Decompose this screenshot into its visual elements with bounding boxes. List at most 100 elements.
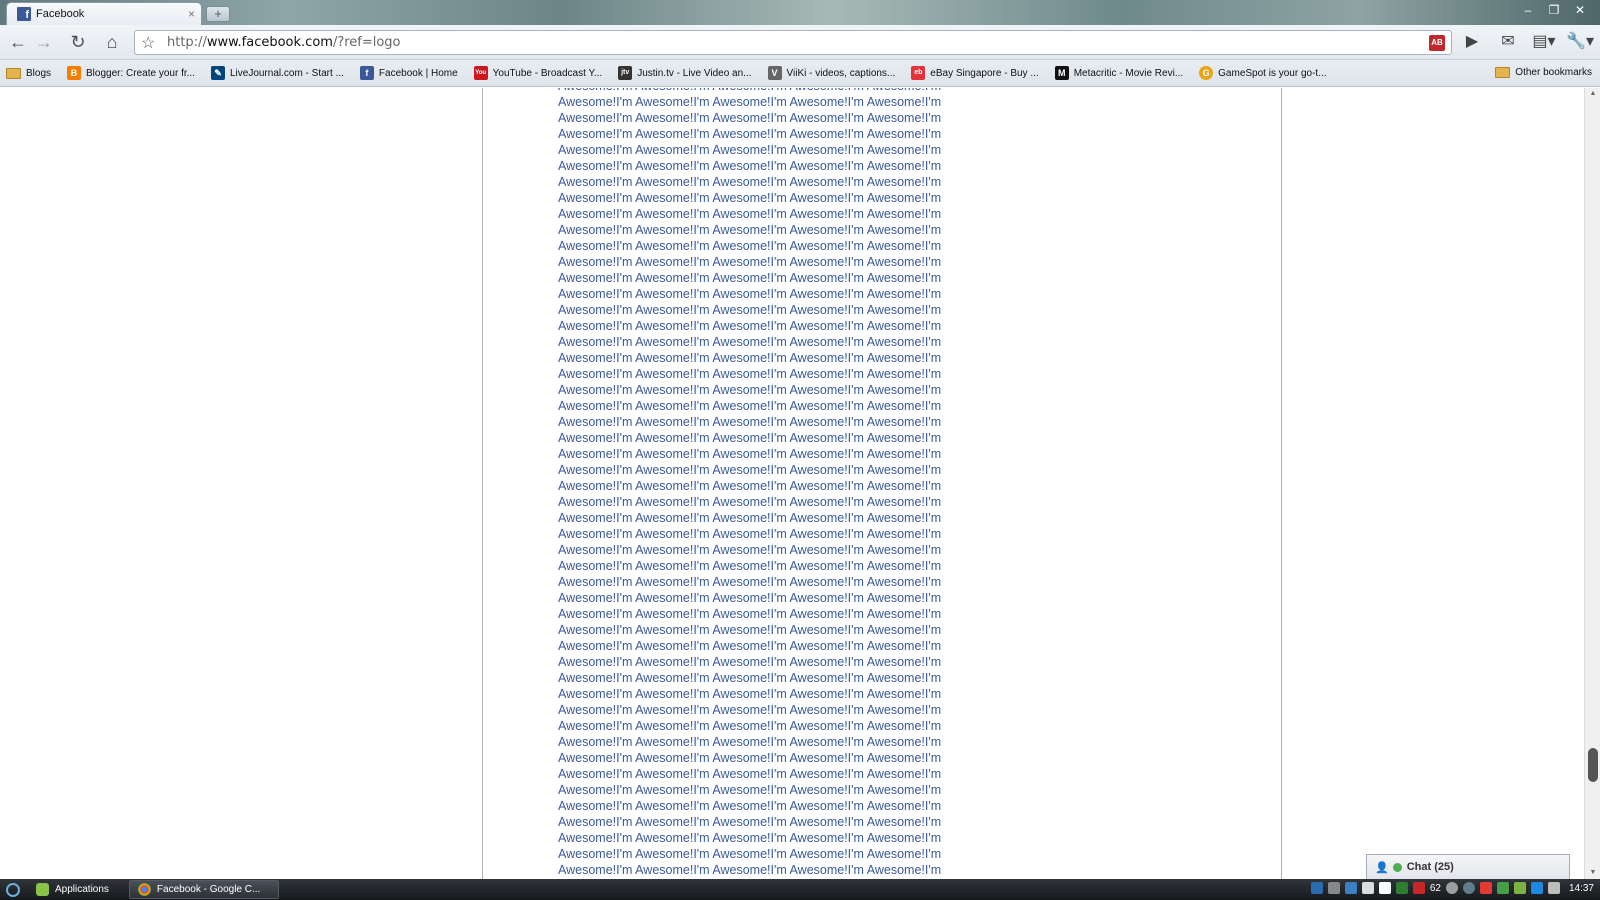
media-icon[interactable]: [1479, 882, 1492, 894]
post-text-line: Awesome!I'm Awesome!I'm Awesome!I'm Awes…: [558, 799, 942, 813]
post-text-line: Awesome!I'm Awesome!I'm Awesome!I'm Awes…: [558, 671, 942, 685]
leaf-icon[interactable]: [1496, 882, 1509, 894]
livejournal-icon: ✎: [210, 66, 225, 80]
post-text-line: Awesome!I'm Awesome!I'm Awesome!I'm Awes…: [558, 639, 942, 653]
taskbar-chrome-window[interactable]: Facebook - Google C...: [128, 880, 279, 899]
post-text-line: Awesome!I'm Awesome!I'm Awesome!I'm Awes…: [558, 319, 942, 333]
back-arrow-icon[interactable]: ←: [6, 31, 30, 53]
tab-facebook[interactable]: f Facebook ×: [6, 2, 202, 25]
start-menu-icon[interactable]: [6, 882, 20, 897]
close-window-button[interactable]: ✕: [1568, 2, 1592, 18]
disk-icon[interactable]: [1445, 882, 1458, 894]
post-text-line: Awesome!I'm Awesome!I'm Awesome!I'm Awes…: [558, 239, 942, 253]
post-text-line: Awesome!I'm Awesome!I'm Awesome!I'm Awes…: [558, 543, 942, 557]
page-viewport: Awesome!I'm Awesome!I'm Awesome!I'm Awes…: [0, 88, 1600, 879]
post-text-line: Awesome!I'm Awesome!I'm Awesome!I'm Awes…: [558, 207, 942, 221]
applications-menu[interactable]: Applications: [28, 880, 117, 899]
post-text-line: Awesome!I'm Awesome!I'm Awesome!I'm Awes…: [558, 607, 942, 621]
facebook-favicon-icon: f: [17, 7, 31, 21]
address-bar[interactable]: ☆ http://www.facebook.com/?ref=logo AB: [134, 30, 1452, 55]
gmail-checker-icon[interactable]: ✉: [1494, 31, 1522, 51]
reload-icon[interactable]: ↻: [66, 31, 90, 53]
post-text-line: Awesome!I'm Awesome!I'm Awesome!I'm Awes…: [558, 159, 942, 173]
vertical-scrollbar[interactable]: ▲ ▼: [1584, 88, 1600, 879]
bookmark-star-icon[interactable]: ☆: [141, 33, 157, 53]
home-icon[interactable]: ⌂: [100, 31, 124, 53]
forward-arrow-icon[interactable]: →: [32, 31, 56, 53]
update-icon[interactable]: [1513, 882, 1526, 894]
bookmark-justintv[interactable]: jtv Justin.tv - Live Video an...: [618, 66, 752, 80]
content-column: Awesome!I'm Awesome!I'm Awesome!I'm Awes…: [482, 88, 1282, 879]
bookmark-youtube[interactable]: You YouTube - Broadcast Y...: [473, 66, 602, 80]
blogger-icon: B: [67, 66, 82, 80]
volume-icon[interactable]: [1547, 882, 1560, 894]
bookmark-livejournal[interactable]: ✎ LiveJournal.com - Start ...: [210, 66, 344, 80]
post-text-line: Awesome!I'm Awesome!I'm Awesome!I'm Awes…: [558, 767, 942, 781]
messenger-icon[interactable]: [1344, 882, 1357, 894]
post-text-line: Awesome!I'm Awesome!I'm Awesome!I'm Awes…: [558, 335, 942, 349]
folder-icon: [1495, 67, 1511, 78]
scroll-up-icon[interactable]: ▲: [1585, 88, 1600, 100]
other-bookmarks[interactable]: Other bookmarks: [1495, 67, 1592, 78]
antivirus-icon[interactable]: [1395, 882, 1408, 894]
post-text-line: Awesome!I'm Awesome!I'm Awesome!I'm Awes…: [558, 687, 942, 701]
post-text-line: Awesome!I'm Awesome!I'm Awesome!I'm Awes…: [558, 367, 942, 381]
bookmarks-bar: Blogs B Blogger: Create your fr... ✎ Liv…: [0, 60, 1600, 87]
tab-close-icon[interactable]: ×: [188, 7, 195, 21]
scroll-thumb[interactable]: [1588, 748, 1598, 782]
monitor-icon[interactable]: [1530, 882, 1543, 894]
post-text-line: Awesome!I'm Awesome!I'm Awesome!I'm Awes…: [558, 655, 942, 669]
bookmark-blogs[interactable]: Blogs: [6, 67, 51, 79]
new-tab-button[interactable]: +: [206, 6, 230, 22]
steam-icon[interactable]: [1327, 882, 1340, 894]
post-text-line: Awesome!I'm Awesome!I'm Awesome!I'm Awes…: [558, 383, 942, 397]
display-icon[interactable]: [1378, 882, 1391, 894]
wrench-menu-icon[interactable]: 🔧▾: [1566, 31, 1594, 51]
post-text-line: Awesome!I'm Awesome!I'm Awesome!I'm Awes…: [558, 255, 942, 269]
bookmark-gamespot[interactable]: G GameSpot is your go-t...: [1199, 66, 1327, 80]
network-icon[interactable]: [1310, 882, 1323, 894]
extension-icon[interactable]: AB: [1429, 34, 1445, 51]
post-text-line: Awesome!I'm Awesome!I'm Awesome!I'm Awes…: [558, 175, 942, 189]
post-text-line: Awesome!I'm Awesome!I'm Awesome!I'm Awes…: [558, 479, 942, 493]
maximize-button[interactable]: ❐: [1542, 2, 1566, 18]
chat-bar[interactable]: 👤 Chat (25): [1366, 854, 1570, 879]
post-text-line: Awesome!I'm Awesome!I'm Awesome!I'm Awes…: [558, 575, 942, 589]
minimize-button[interactable]: –: [1516, 2, 1540, 18]
bookmark-metacritic[interactable]: M Metacritic - Movie Revi...: [1054, 66, 1183, 80]
post-text-line: Awesome!I'm Awesome!I'm Awesome!I'm Awes…: [558, 127, 942, 141]
post-text-line: Awesome!I'm Awesome!I'm Awesome!I'm Awes…: [558, 287, 942, 301]
alert-icon[interactable]: [1412, 882, 1425, 894]
post-text-line: Awesome!I'm Awesome!I'm Awesome!I'm Awes…: [558, 623, 942, 637]
post-text-line: Awesome!I'm Awesome!I'm Awesome!I'm Awes…: [558, 303, 942, 317]
play-icon[interactable]: ▶: [1458, 31, 1486, 51]
post-text-line: Awesome!I'm Awesome!I'm Awesome!I'm Awes…: [558, 703, 942, 717]
ebay-icon: eb: [911, 66, 926, 80]
post-text-line: Awesome!I'm Awesome!I'm Awesome!I'm Awes…: [558, 831, 942, 845]
post-text-line: Awesome!I'm Awesome!I'm Awesome!I'm Awes…: [558, 511, 942, 525]
viiki-icon: V: [767, 66, 782, 80]
clock: 14:37: [1568, 882, 1594, 894]
bookmark-ebay[interactable]: eb eBay Singapore - Buy ...: [911, 66, 1039, 80]
browser-toolbar: ← → ↻ ⌂ ☆ http://www.facebook.com/?ref=l…: [0, 25, 1600, 60]
window-tray-icon[interactable]: [1361, 882, 1374, 894]
bookmark-blogger[interactable]: B Blogger: Create your fr...: [67, 66, 195, 80]
post-text-line: Awesome!I'm Awesome!I'm Awesome!I'm Awes…: [558, 783, 942, 797]
url-text[interactable]: http://www.facebook.com/?ref=logo: [167, 35, 1429, 50]
page-menu-icon[interactable]: ▤▾: [1530, 31, 1558, 51]
post-text-line: Awesome!I'm Awesome!I'm Awesome!I'm Awes…: [558, 719, 942, 733]
online-status-icon: [1392, 862, 1402, 872]
window-controls: – ❐ ✕: [1516, 2, 1592, 18]
post-text-line: Awesome!I'm Awesome!I'm Awesome!I'm Awes…: [558, 399, 942, 413]
scroll-down-icon[interactable]: ▼: [1585, 867, 1600, 879]
post-text-line: Awesome!I'm Awesome!I'm Awesome!I'm Awes…: [558, 847, 942, 861]
bookmark-viiki[interactable]: V ViiKi - videos, captions...: [767, 66, 895, 80]
post-text-line: Awesome!I'm Awesome!I'm Awesome!I'm Awes…: [558, 143, 942, 157]
bookmark-facebook[interactable]: f Facebook | Home: [359, 66, 458, 80]
title-bar: f Facebook × + – ❐ ✕: [0, 0, 1600, 25]
toolbar-right: ▶ ✉ ▤▾ 🔧▾: [1458, 31, 1594, 51]
gamespot-icon: G: [1199, 66, 1214, 80]
youtube-icon: You: [473, 66, 488, 80]
drop-icon[interactable]: [1462, 882, 1475, 894]
person-icon: 👤: [1375, 861, 1389, 874]
